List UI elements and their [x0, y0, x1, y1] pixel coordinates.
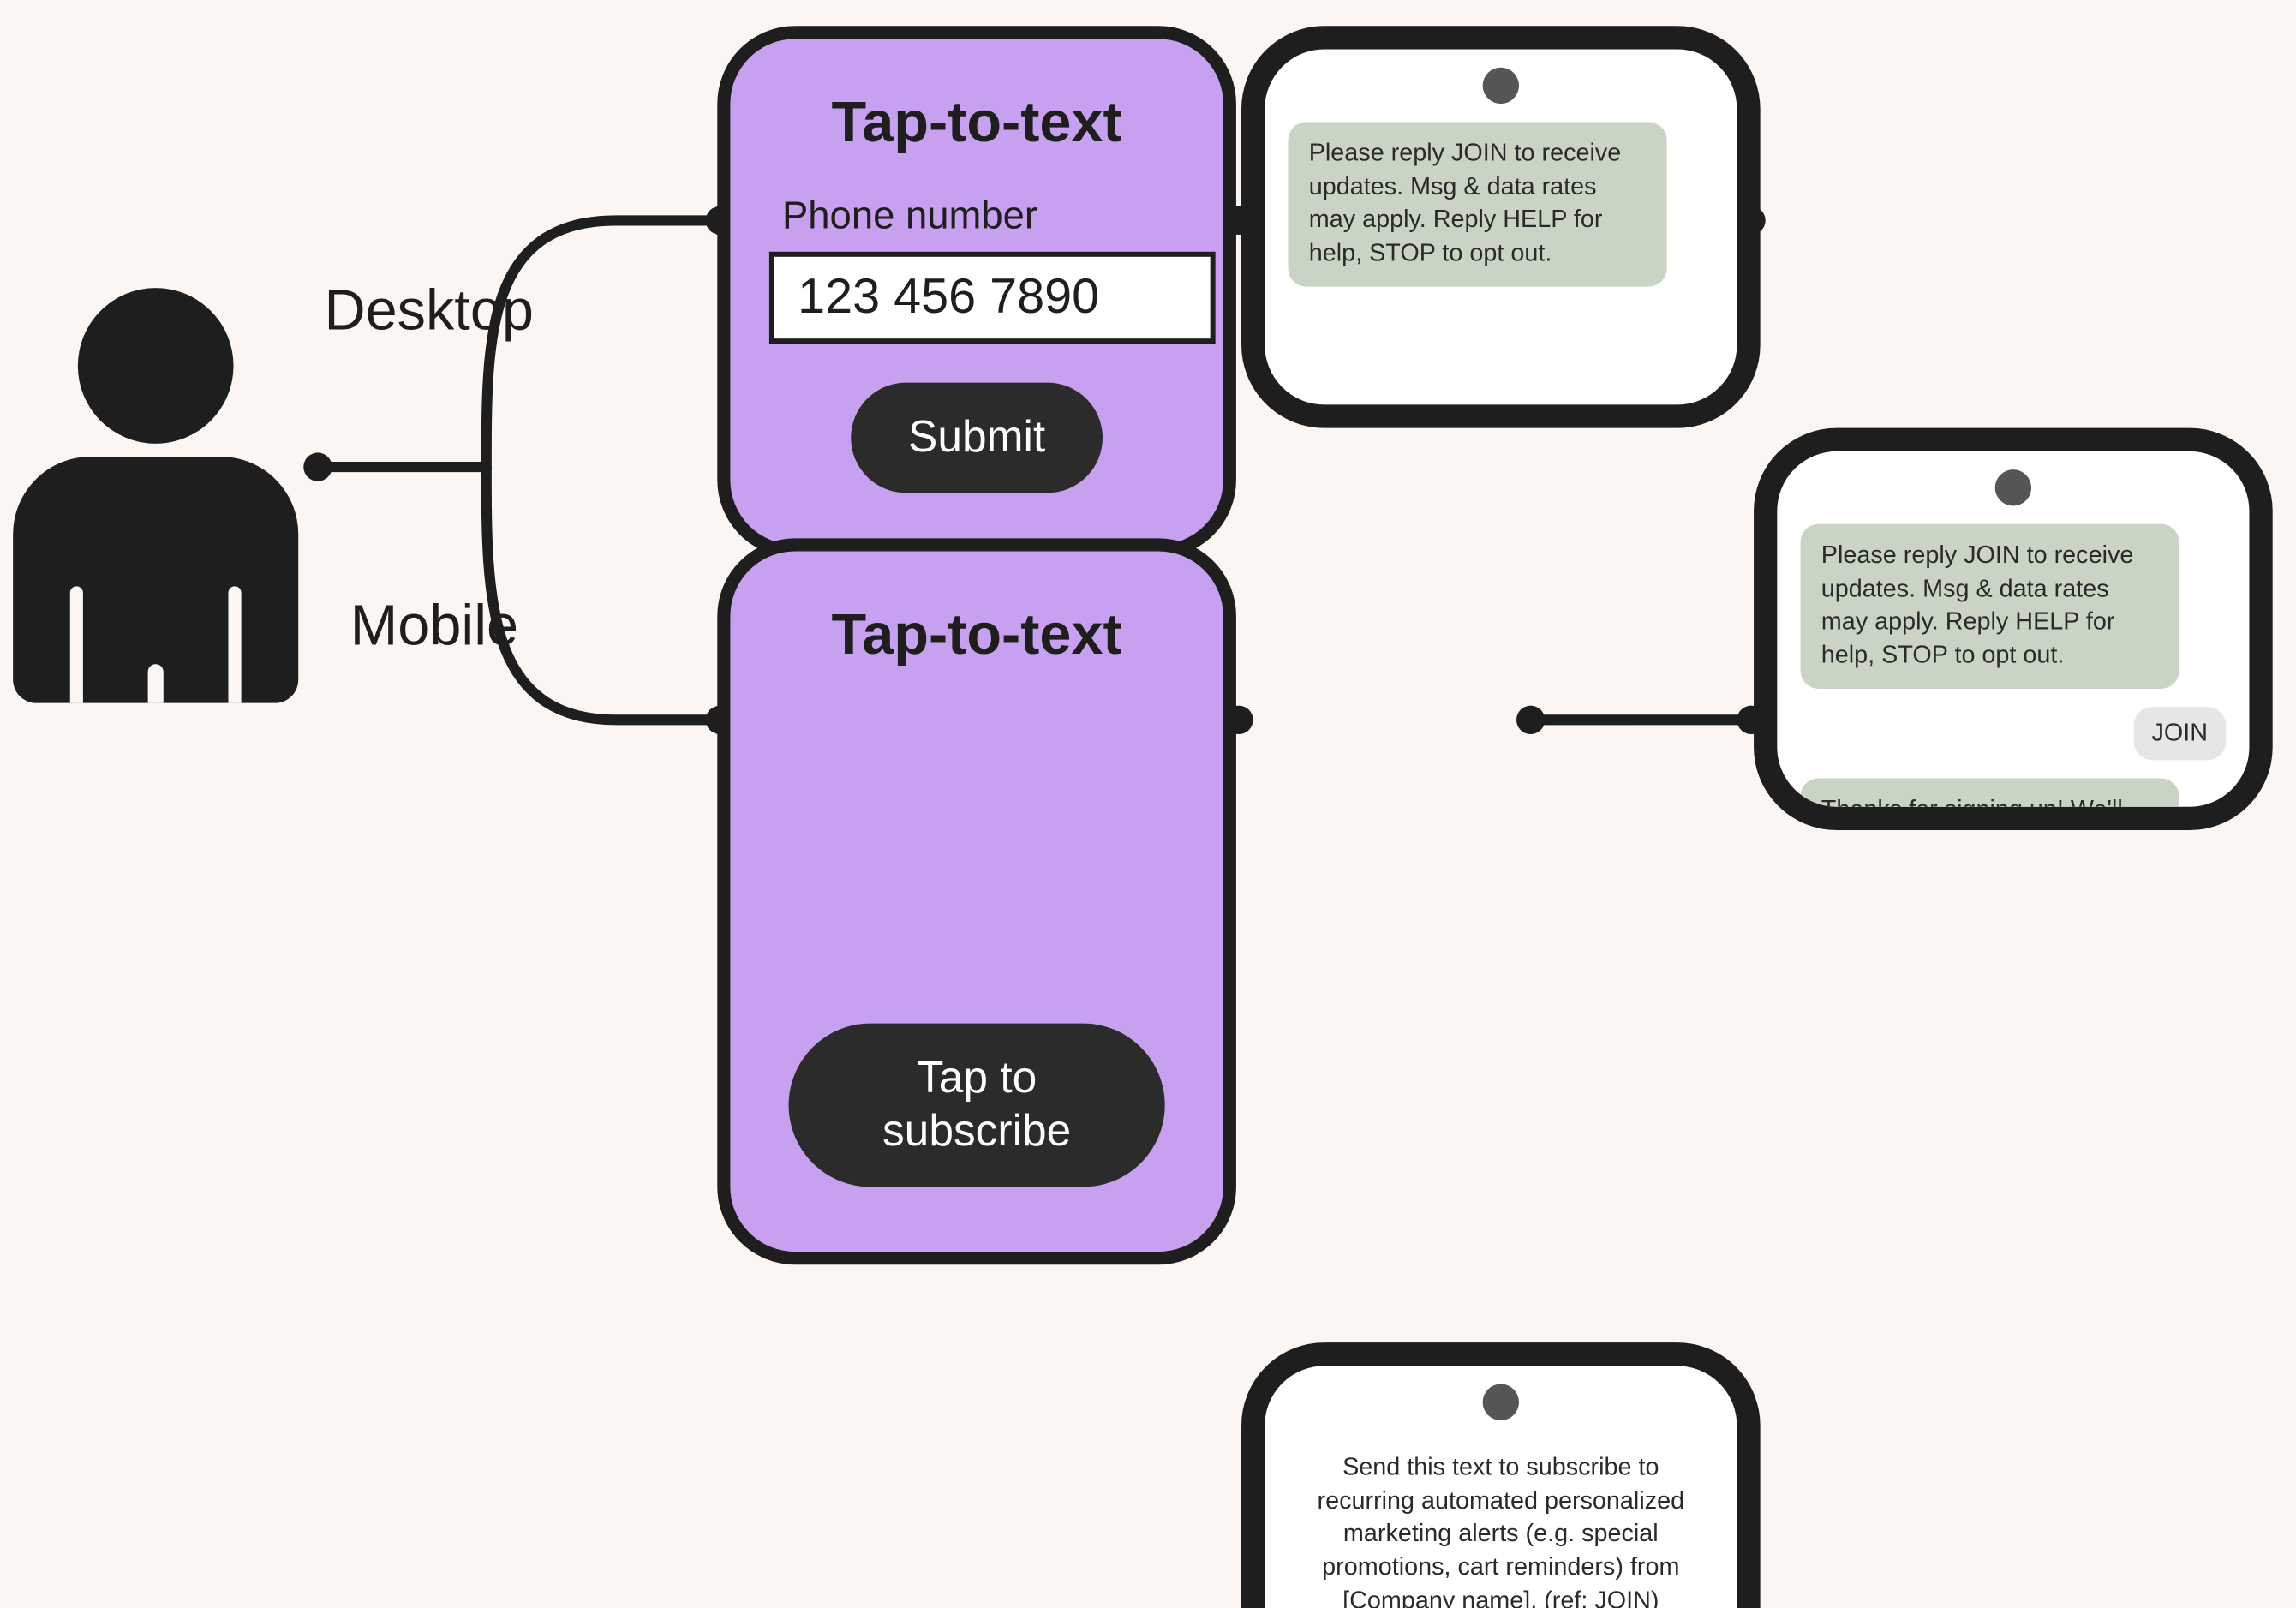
- branch-label-mobile: Mobile: [350, 594, 518, 659]
- mobile-form-card: Tap-to-text Tap to subscribe: [717, 538, 1236, 1264]
- desktop-form-card: Tap-to-text Phone number Submit: [717, 26, 1236, 557]
- phone-field-label: Phone number: [782, 194, 1171, 238]
- card-title: Tap-to-text: [769, 91, 1185, 156]
- sms-draft-text: Send this text to subscribe to recurring…: [1289, 1438, 1714, 1608]
- branch-label-desktop: Desktop: [325, 279, 534, 344]
- desktop-phone-step1: Please reply JOIN to receive updates. Ms…: [1241, 26, 1761, 427]
- sms-confirm: Thanks for signing up! We'll share new r…: [1801, 779, 2179, 830]
- mobile-phone-step1: Send this text to subscribe to recurring…: [1241, 1342, 1761, 1608]
- sms-incoming: Please reply JOIN to receive updates. Ms…: [1801, 524, 2179, 689]
- submit-button[interactable]: Submit: [851, 383, 1102, 493]
- phone-camera-icon: [1483, 1384, 1519, 1420]
- sms-outgoing: JOIN: [2133, 707, 2226, 761]
- sms-incoming: Please reply JOIN to receive updates. Ms…: [1289, 122, 1667, 286]
- tap-to-subscribe-button[interactable]: Tap to subscribe: [789, 1024, 1165, 1187]
- phone-camera-icon: [1483, 68, 1519, 104]
- phone-number-input[interactable]: [769, 252, 1216, 344]
- desktop-phone-step2: Please reply JOIN to receive updates. Ms…: [1754, 428, 2273, 830]
- phone-camera-icon: [1995, 469, 2031, 505]
- card-title: Tap-to-text: [769, 603, 1185, 668]
- user-icon: [13, 288, 298, 703]
